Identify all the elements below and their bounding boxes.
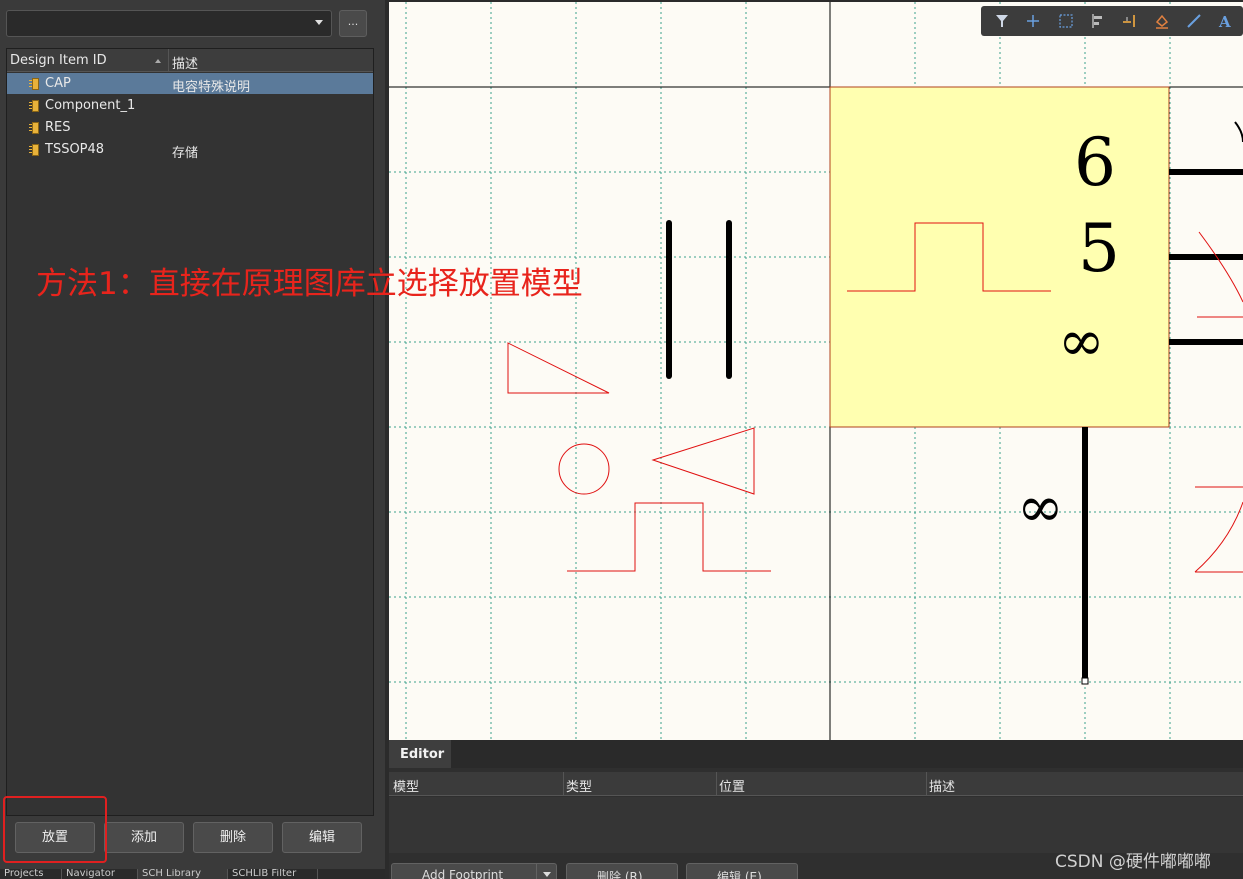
list-item[interactable]: CAP 电容特殊说明 bbox=[7, 73, 373, 95]
edit-button[interactable]: 编辑 bbox=[282, 822, 362, 853]
column-divider bbox=[168, 49, 169, 72]
model-table-header: 模型 类型 位置 描述 bbox=[389, 772, 1243, 796]
add-footprint-button[interactable]: Add Footprint bbox=[391, 863, 557, 879]
column-header-model[interactable]: 模型 bbox=[393, 776, 419, 795]
tab-schlib-filter[interactable]: SCHLIB Filter bbox=[228, 869, 318, 879]
text-icon[interactable]: A bbox=[1217, 12, 1235, 30]
column-header-description[interactable]: 描述 bbox=[929, 776, 955, 795]
add-footprint-label: Add Footprint bbox=[422, 868, 504, 879]
annotation-text: 方法1：直接在原理图库立选择放置模型 bbox=[36, 266, 583, 302]
watermark: CSDN @硬件嘟嘟嘟 bbox=[1055, 852, 1211, 872]
chevron-down-icon[interactable] bbox=[536, 864, 556, 879]
model-table-body[interactable] bbox=[389, 797, 1243, 853]
tab-projects[interactable]: Projects bbox=[0, 869, 62, 879]
column-header-location[interactable]: 位置 bbox=[719, 776, 745, 795]
pin-label-infinity: ∞ bbox=[1058, 309, 1105, 374]
column-header-description[interactable]: 描述 bbox=[172, 53, 198, 72]
pin-label-6: 6 bbox=[1074, 124, 1116, 201]
column-header-type[interactable]: 类型 bbox=[566, 776, 592, 795]
square-wave-graphic-2 bbox=[567, 502, 771, 572]
crosshair-icon[interactable] bbox=[1024, 12, 1042, 30]
editor-tabbar: Editor bbox=[389, 740, 1243, 768]
svg-text:A: A bbox=[1218, 13, 1231, 30]
component-icon bbox=[29, 144, 41, 156]
item-description: 电容特殊说明 bbox=[172, 80, 251, 95]
item-id: Component_1 bbox=[45, 98, 136, 113]
list-item[interactable]: TSSOP48 存储 bbox=[7, 139, 373, 161]
highlight-box bbox=[3, 796, 107, 863]
design-item-list: Design Item ID 描述 CAP 电容特殊说明 Component_1… bbox=[6, 48, 374, 816]
schematic-canvas[interactable]: 6 5 ∞ ∞ bbox=[389, 2, 1243, 740]
fill-icon[interactable] bbox=[1153, 12, 1171, 30]
tab-sch-library[interactable]: SCH Library bbox=[138, 869, 228, 879]
canvas-graphics bbox=[389, 2, 1243, 740]
panel-tabs: Projects Navigator SCH Library SCHLIB Fi… bbox=[0, 869, 385, 879]
align-icon[interactable] bbox=[1089, 12, 1107, 30]
list-item[interactable]: Component_1 bbox=[7, 95, 373, 116]
column-header-design-item-id[interactable]: Design Item ID bbox=[10, 53, 107, 68]
line-icon[interactable] bbox=[1185, 12, 1203, 30]
pin-label-5: 5 bbox=[1078, 210, 1120, 287]
arrow-triangle-graphic bbox=[651, 427, 755, 495]
filter-icon[interactable] bbox=[993, 12, 1011, 30]
triangle-graphic bbox=[507, 342, 610, 394]
library-filter-dropdown[interactable] bbox=[6, 10, 332, 37]
delete-button[interactable]: 删除 bbox=[193, 822, 273, 853]
editor-delete-button[interactable]: 删除 (R) bbox=[566, 863, 678, 879]
add-button[interactable]: 添加 bbox=[104, 822, 184, 853]
item-description: 存储 bbox=[172, 146, 199, 161]
pin-label-infinity-bottom: ∞ bbox=[1017, 475, 1064, 540]
pin-icon[interactable] bbox=[1121, 12, 1139, 30]
chevron-down-icon bbox=[315, 20, 323, 25]
item-id: RES bbox=[45, 120, 71, 135]
sort-ascending-icon bbox=[155, 59, 161, 63]
canvas-toolbar: A bbox=[981, 6, 1243, 36]
component-icon bbox=[29, 100, 41, 112]
item-id: CAP bbox=[45, 76, 71, 91]
list-header: Design Item ID 描述 bbox=[7, 49, 373, 72]
editor-edit-button[interactable]: 编辑 (E)... bbox=[686, 863, 798, 879]
list-item[interactable]: RES bbox=[7, 117, 373, 138]
component-icon bbox=[29, 78, 41, 90]
circle-graphic bbox=[558, 443, 610, 495]
component-icon bbox=[29, 122, 41, 134]
select-rect-icon[interactable] bbox=[1057, 12, 1075, 30]
tab-navigator[interactable]: Navigator bbox=[62, 869, 138, 879]
item-id: TSSOP48 bbox=[45, 142, 105, 157]
sch-library-panel: ... Design Item ID 描述 CAP 电容特殊说明 Compone… bbox=[0, 0, 385, 879]
tab-editor[interactable]: Editor bbox=[389, 740, 451, 768]
more-options-button[interactable]: ... bbox=[339, 10, 367, 37]
